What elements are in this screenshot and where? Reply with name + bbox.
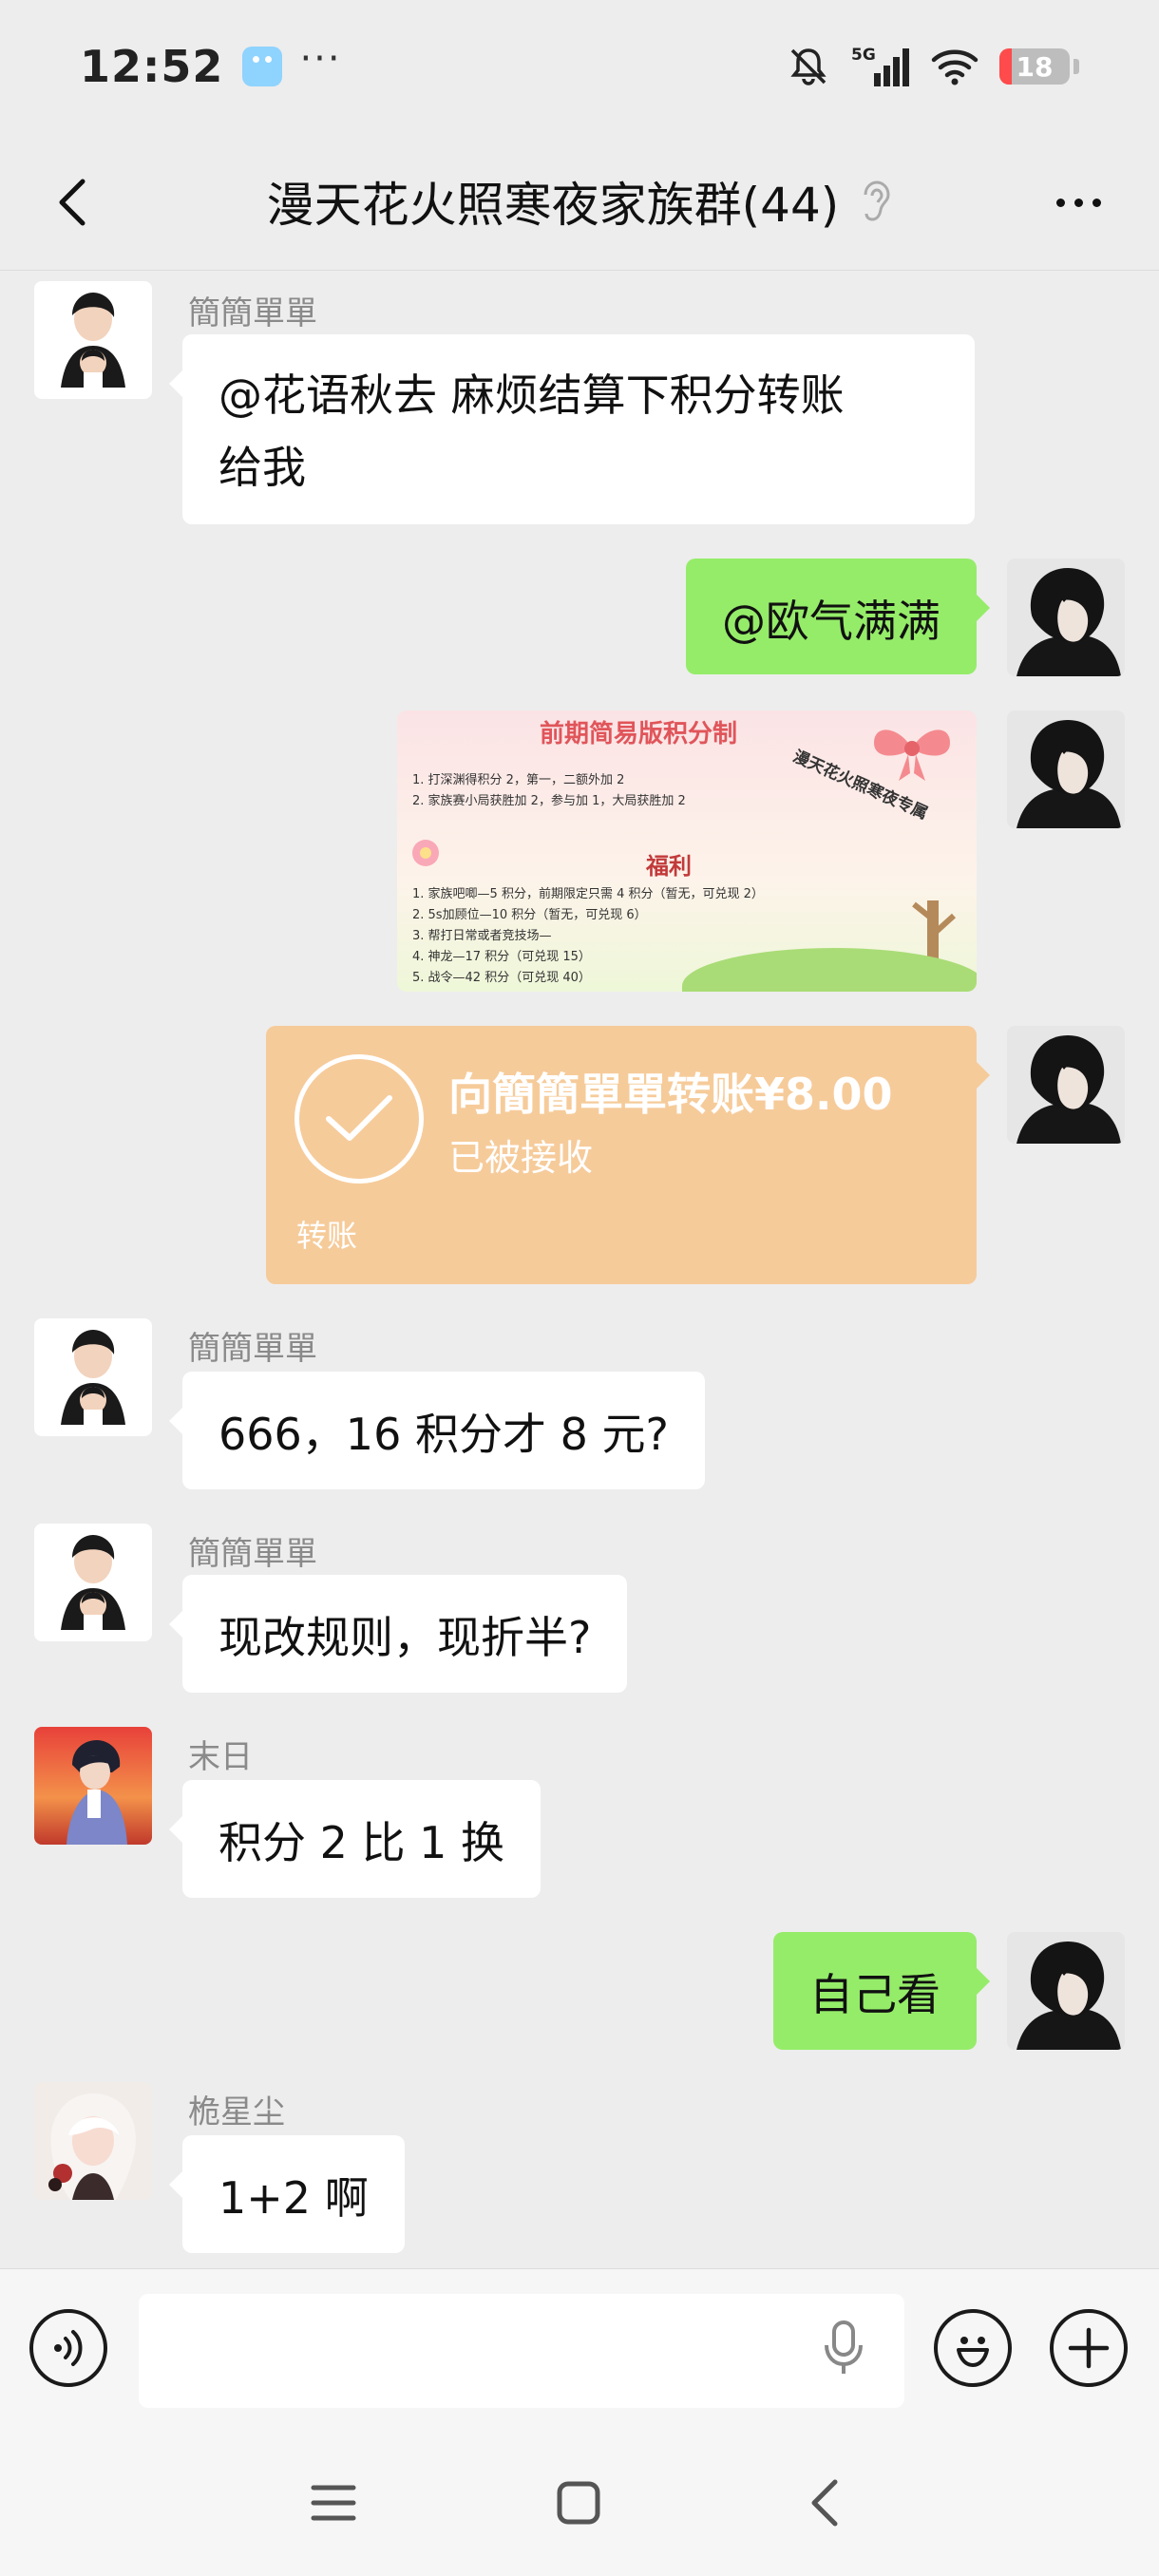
wifi-icon: [931, 47, 978, 85]
poster-line: 1. 打深渊得积分 2，第一，二额外加 2: [412, 773, 625, 787]
app-notification-icon: [242, 47, 283, 86]
menu-icon: [311, 2485, 356, 2521]
transfer-title: 向簡簡單單转账¥8.00: [448, 1069, 893, 1120]
battery-fill: [999, 48, 1013, 85]
message-list[interactable]: 簡簡單單 @花语秋去 麻烦结算下积分转账 给我 @欧气满满 前期简易版积分制 1…: [0, 272, 1159, 2268]
poster-flower-icon: [397, 824, 454, 885]
emoji-button[interactable]: [934, 2309, 1012, 2387]
mute-bell-icon: [787, 45, 830, 88]
sender-name: 桅星尘: [188, 2093, 285, 2131]
avatar[interactable]: [34, 1524, 152, 1641]
status-time: 12:52: [80, 41, 224, 92]
home-square-icon: [557, 2481, 600, 2525]
more-dots-icon: [1055, 198, 1065, 207]
poster-benefit: 4. 神龙—17 积分（可兑现 15）: [412, 950, 591, 964]
svg-text:5G: 5G: [851, 46, 876, 65]
transfer-status: 已被接收: [448, 1137, 594, 1179]
input-bar: [0, 2268, 1159, 2426]
message-bubble[interactable]: 自己看: [773, 1932, 990, 2050]
chevron-left-icon: [59, 179, 86, 226]
voice-icon: [54, 2330, 83, 2366]
message-bubble[interactable]: 1+2 啊: [169, 2135, 405, 2253]
my-avatar[interactable]: [1007, 710, 1125, 828]
page-title: 漫天花火照寒夜家族群(44): [266, 178, 840, 233]
sender-name: 簡簡單單: [188, 1330, 317, 1368]
poster-bow-icon: [868, 716, 956, 786]
poster-benefit: 2. 5s加顾位—10 积分（暂无，可兑现 6）: [412, 908, 647, 922]
nav-back-button[interactable]: [790, 2470, 857, 2536]
poster-section-title: 福利: [646, 853, 692, 880]
message-bubble[interactable]: 积分 2 比 1 换: [168, 1780, 542, 1898]
message-line: 给我: [218, 442, 306, 493]
avatar[interactable]: [34, 281, 152, 399]
check-circle-icon: [294, 1054, 424, 1184]
signal-icon: 5G: [851, 45, 910, 88]
system-nav-bar: [0, 2426, 1159, 2576]
avatar[interactable]: [34, 1727, 152, 1845]
mic-icon[interactable]: [823, 2319, 864, 2379]
more-button[interactable]: [1036, 169, 1121, 236]
title-wrap: 漫天花火照寒夜家族群(44): [267, 167, 893, 236]
status-bar: 12:52 ··· 5G 18: [0, 0, 1159, 133]
ear-icon: [860, 180, 892, 223]
poster-title: 前期简易版积分制: [540, 720, 738, 748]
plus-button[interactable]: [1050, 2309, 1128, 2387]
back-triangle-icon: [811, 2479, 838, 2527]
status-icons: 5G 18: [787, 45, 1079, 88]
voice-button[interactable]: [29, 2309, 107, 2387]
message-bubble[interactable]: @欧气满满: [686, 559, 990, 674]
poster-line: 2. 家族赛小局获胜加 2，参与加 1，大局获胜加 2: [412, 794, 686, 808]
my-avatar[interactable]: [1007, 1932, 1125, 2050]
transfer-label: 转账: [296, 1218, 358, 1254]
home-button[interactable]: [545, 2470, 612, 2536]
status-more-indicator: ···: [299, 37, 342, 81]
plus-icon: [1068, 2327, 1110, 2369]
emoji-icon: [957, 2337, 989, 2367]
message-bubble[interactable]: 现改规则，现折半?: [168, 1575, 628, 1693]
message-bubble[interactable]: @花语秋去 麻烦结算下积分转账 给我: [169, 334, 975, 524]
sender-name: 簡簡單單: [188, 294, 317, 332]
message-input[interactable]: [139, 2294, 904, 2408]
chat-header: 漫天花火照寒夜家族群(44): [0, 133, 1159, 271]
transfer-card[interactable]: 向簡簡單單转账¥8.00 已被接收 转账: [266, 1026, 990, 1284]
avatar[interactable]: [34, 1318, 152, 1436]
battery-icon: 18: [999, 48, 1070, 85]
avatar[interactable]: [34, 2082, 152, 2200]
poster-benefit: 3. 帮打日常或者竞技场—: [412, 929, 552, 943]
back-button[interactable]: [40, 169, 106, 236]
my-avatar[interactable]: [1007, 559, 1125, 676]
battery-level: 18: [1016, 50, 1054, 83]
sender-name: 簡簡單單: [188, 1535, 317, 1573]
my-avatar[interactable]: [1007, 1026, 1125, 1144]
sender-name: 末日: [188, 1738, 253, 1776]
poster-benefit: 1. 家族吧唧—5 积分，前期限定只需 4 积分（暂无，可兑现 2）: [412, 887, 764, 901]
image-message[interactable]: 前期简易版积分制 1. 打深渊得积分 2，第一，二额外加 2 2. 家族赛小局获…: [397, 710, 977, 992]
message-bubble[interactable]: 666，16 积分才 8 元?: [169, 1372, 705, 1489]
battery-cap: [1074, 59, 1079, 74]
poster-benefit: 5. 战令—42 积分（可兑现 40）: [412, 971, 591, 985]
menu-button[interactable]: [300, 2470, 367, 2536]
message-line: @花语秋去 麻烦结算下积分转账: [218, 369, 845, 421]
